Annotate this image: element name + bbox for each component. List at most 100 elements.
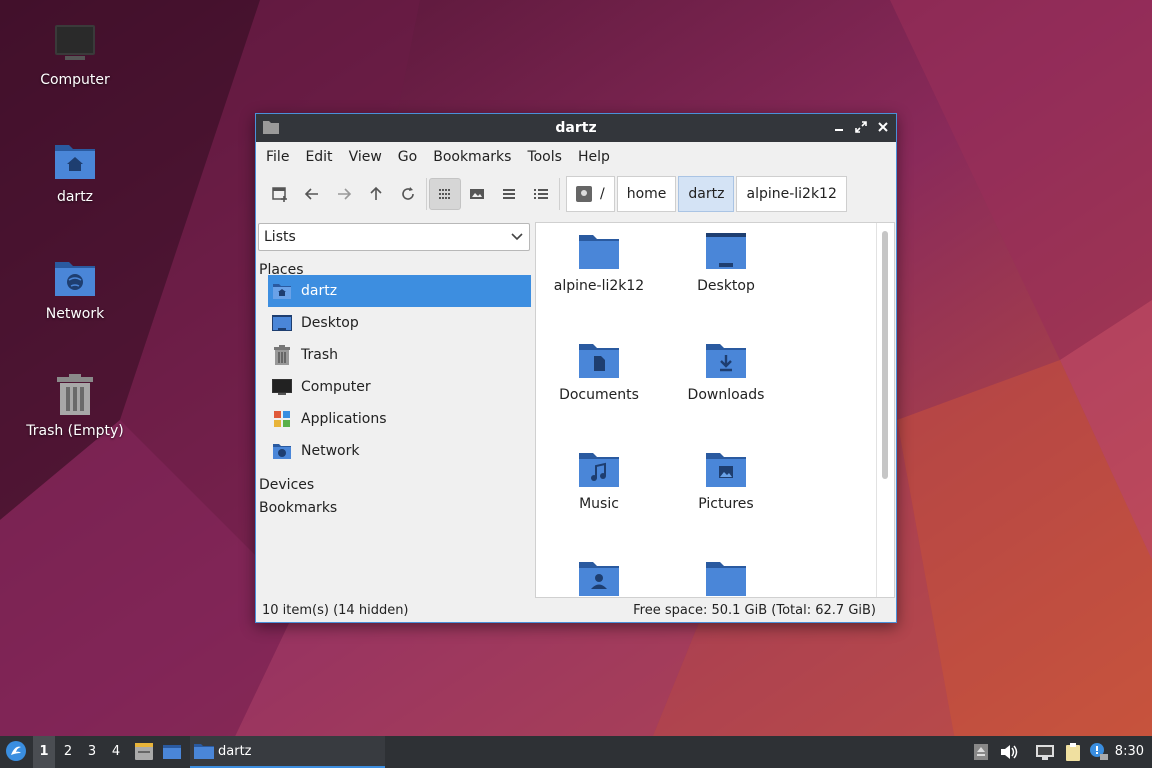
desktop-icon-trash[interactable]: Trash (Empty) — [10, 373, 140, 439]
home-folder-icon — [272, 281, 292, 301]
devices-header[interactable]: Devices — [259, 477, 314, 493]
place-label: Network — [301, 443, 360, 459]
status-bar: 10 item(s) (14 hidden) Free space: 50.1 … — [256, 600, 896, 622]
folder-icon — [705, 558, 747, 597]
icon-view-button[interactable] — [429, 178, 461, 210]
menu-bar: File Edit View Go Bookmarks Tools Help — [256, 142, 896, 172]
file-item[interactable]: Desktop — [663, 231, 789, 294]
path-crumb-root[interactable]: / — [566, 176, 615, 212]
desktop-icon-network[interactable]: Network — [10, 256, 140, 322]
file-item[interactable]: Music — [536, 449, 662, 512]
compact-view-button[interactable] — [493, 178, 525, 210]
place-item-desktop[interactable]: Desktop — [268, 307, 531, 339]
file-item[interactable]: Pictures — [663, 449, 789, 512]
file-manager-window[interactable]: dartz File Edit View Go Bookmarks Tools … — [255, 113, 897, 623]
maximize-icon — [855, 121, 867, 133]
window-titlebar[interactable]: dartz — [256, 114, 896, 142]
notification-icon[interactable] — [1089, 742, 1109, 762]
eject-icon[interactable] — [971, 742, 991, 762]
place-item-computer[interactable]: Computer — [268, 371, 531, 403]
place-item-trash[interactable]: Trash — [268, 339, 531, 371]
arrow-up-icon — [370, 186, 382, 200]
music-folder-icon — [578, 449, 620, 489]
new-tab-button[interactable] — [264, 178, 296, 210]
volume-icon[interactable] — [999, 742, 1019, 762]
file-item-label: Documents — [559, 387, 639, 403]
new-tab-icon — [272, 187, 287, 202]
public-folder-icon — [578, 558, 620, 597]
drive-icon — [576, 186, 592, 202]
toolbar-separator — [559, 178, 560, 210]
file-item-label: Music — [579, 496, 619, 512]
path-bar: / home dartz alpine-li2k12 — [566, 176, 849, 212]
place-item-network[interactable]: Network — [268, 435, 531, 467]
file-item-label: alpine-li2k12 — [553, 278, 645, 294]
scrollbar-track — [876, 223, 877, 597]
network-status-icon[interactable] — [1035, 742, 1055, 762]
menu-file[interactable]: File — [258, 142, 297, 172]
up-button[interactable] — [360, 178, 392, 210]
desktop-icon-dartz[interactable]: dartz — [10, 139, 140, 205]
file-item[interactable] — [536, 558, 662, 597]
status-item-count: 10 item(s) (14 hidden) — [262, 603, 409, 618]
place-item-applications[interactable]: Applications — [268, 403, 531, 435]
path-crumb-home[interactable]: home — [616, 176, 677, 212]
place-label: Desktop — [301, 315, 359, 331]
chevron-down-icon — [511, 233, 523, 241]
show-desktop-icon[interactable] — [162, 742, 182, 762]
file-manager-launcher-icon[interactable] — [134, 742, 154, 762]
path-crumb-alpine[interactable]: alpine-li2k12 — [736, 176, 847, 212]
menu-view[interactable]: View — [341, 142, 390, 172]
back-button[interactable] — [296, 178, 328, 210]
workspace-2[interactable]: 2 — [57, 736, 79, 768]
menu-bookmarks[interactable]: Bookmarks — [425, 142, 519, 172]
side-panel-mode-select[interactable]: Lists — [258, 223, 530, 251]
toolbar: / home dartz alpine-li2k12 — [256, 172, 896, 216]
maximize-button[interactable] — [854, 119, 868, 135]
file-item[interactable]: alpine-li2k12 — [536, 231, 662, 294]
file-item[interactable] — [663, 558, 789, 597]
taskbar-task-dartz[interactable]: dartz — [190, 736, 385, 768]
bookmarks-header[interactable]: Bookmarks — [259, 500, 337, 516]
place-item-dartz[interactable]: dartz — [268, 275, 531, 307]
start-menu-icon[interactable] — [5, 740, 27, 762]
menu-tools[interactable]: Tools — [519, 142, 570, 172]
downloads-folder-icon — [705, 340, 747, 380]
menu-help[interactable]: Help — [570, 142, 618, 172]
desktop-icon-computer[interactable]: Computer — [10, 22, 140, 88]
close-icon — [878, 122, 888, 132]
task-label: dartz — [218, 743, 252, 759]
file-item-label: Pictures — [698, 496, 754, 512]
reload-icon — [402, 187, 414, 200]
arrow-right-icon — [338, 188, 352, 200]
desktop-icon — [272, 313, 292, 333]
file-item[interactable]: Downloads — [663, 340, 789, 403]
minimize-button[interactable] — [832, 119, 846, 135]
home-folder-icon — [53, 139, 97, 183]
clipboard-icon[interactable] — [1063, 742, 1083, 762]
path-crumb-dartz[interactable]: dartz — [678, 176, 735, 212]
list-icon — [503, 189, 515, 199]
window-content: Lists Places dartz Desktop Trash Compute… — [256, 216, 896, 598]
detailed-list-view-button[interactable] — [525, 178, 557, 210]
file-icon-view[interactable]: alpine-li2k12 Desktop Documents Download… — [535, 222, 895, 598]
arrow-left-icon — [304, 188, 318, 200]
detailed-list-icon — [534, 189, 548, 199]
close-button[interactable] — [876, 119, 890, 135]
file-item[interactable]: Documents — [536, 340, 662, 403]
menu-go[interactable]: Go — [390, 142, 425, 172]
workspace-4[interactable]: 4 — [105, 736, 127, 768]
reload-button[interactable] — [392, 178, 424, 210]
trash-icon — [53, 373, 97, 417]
vertical-scrollbar[interactable] — [882, 231, 888, 479]
status-free-space: Free space: 50.1 GiB (Total: 62.7 GiB) — [633, 603, 876, 618]
file-item-label: Desktop — [697, 278, 755, 294]
thumbnail-view-button[interactable] — [461, 178, 493, 210]
network-icon — [272, 441, 292, 461]
menu-edit[interactable]: Edit — [297, 142, 340, 172]
forward-button[interactable] — [328, 178, 360, 210]
network-icon — [53, 256, 97, 300]
workspace-3[interactable]: 3 — [81, 736, 103, 768]
clock[interactable]: 8:30 — [1115, 744, 1144, 759]
workspace-1[interactable]: 1 — [33, 736, 55, 768]
